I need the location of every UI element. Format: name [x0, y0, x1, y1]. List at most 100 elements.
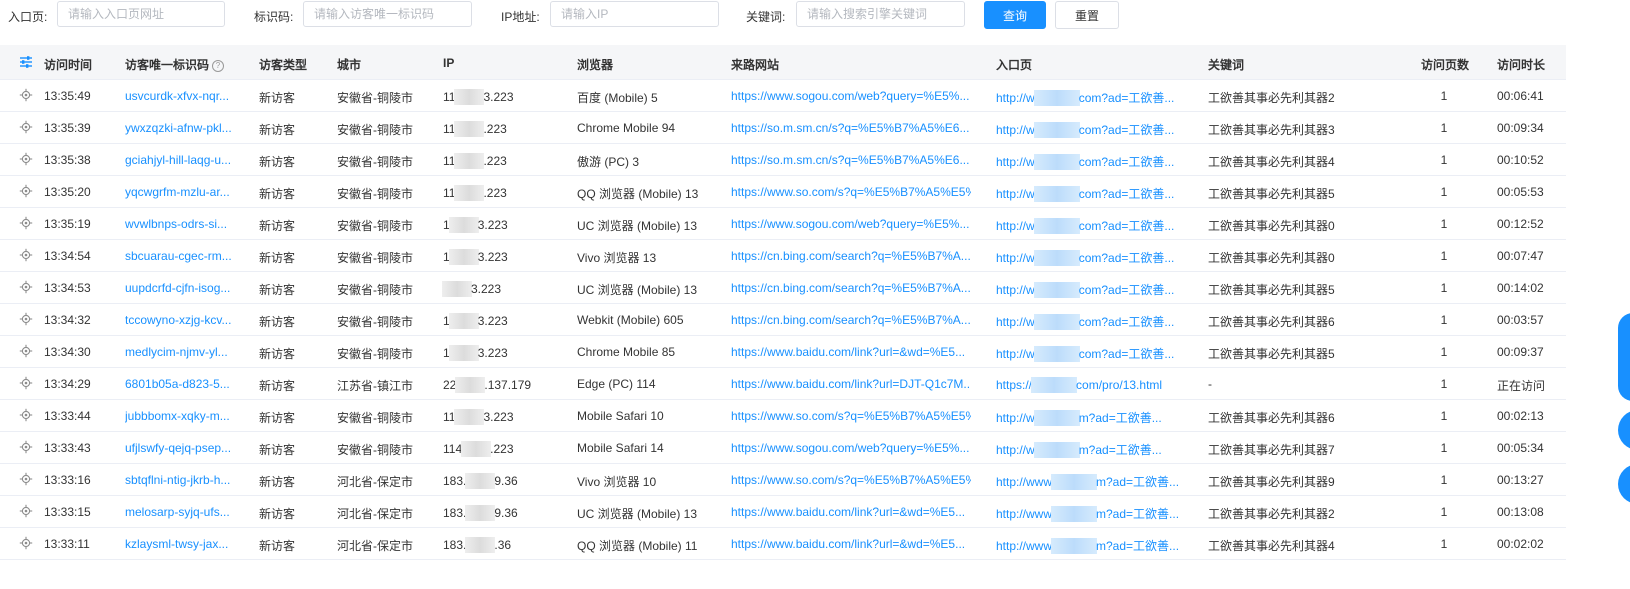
- cell-referrer[interactable]: https://www.baidu.com/link?url=&wd=%E5..…: [731, 537, 971, 551]
- target-crosshair-icon[interactable]: [19, 280, 33, 294]
- cell-visitor-type: 新访客: [259, 219, 296, 233]
- settings-sliders-icon[interactable]: [19, 55, 33, 69]
- cell-referrer[interactable]: https://www.sogou.com/web?query=%E5%...: [731, 441, 971, 455]
- cell-visitor-id[interactable]: 6801b05a-d823-5...: [125, 377, 240, 391]
- target-crosshair-icon[interactable]: [19, 248, 33, 262]
- cell-duration: 00:07:47: [1497, 249, 1544, 263]
- ip-prefix: 22: [443, 378, 457, 392]
- help-circle-icon[interactable]: ?: [212, 60, 225, 72]
- cell-browser: Webkit (Mobile) 605: [577, 313, 684, 327]
- cell-duration: 00:05:53: [1497, 185, 1544, 199]
- entry-page-input[interactable]: [57, 1, 225, 27]
- cell-entry-page[interactable]: http://w com?ad=工欲善...: [996, 281, 1186, 298]
- cell-visitor-id[interactable]: tccowyno-xzjg-kcv...: [125, 313, 240, 327]
- ip-redaction-mask: [465, 537, 496, 553]
- cell-visitor-id[interactable]: jubbbomx-xqky-m...: [125, 409, 240, 423]
- cell-time: 13:35:49: [44, 89, 91, 103]
- ip-redaction-mask: [442, 281, 472, 297]
- cell-referrer[interactable]: https://www.baidu.com/link?url=&wd=%E5..…: [731, 505, 971, 519]
- target-crosshair-icon[interactable]: [19, 152, 33, 166]
- cell-visitor-id[interactable]: yqcwgrfm-mzlu-ar...: [125, 185, 240, 199]
- target-crosshair-icon[interactable]: [19, 376, 33, 390]
- cell-entry-page[interactable]: http://w com?ad=工欲善...: [996, 313, 1186, 330]
- entry-redaction-mask: [1033, 218, 1080, 234]
- cell-referrer[interactable]: https://www.so.com/s?q=%E5%B7%A5%E5%...: [731, 473, 971, 487]
- cell-duration: 00:09:34: [1497, 121, 1544, 135]
- cell-visitor-id[interactable]: sbtqflni-ntig-jkrb-h...: [125, 473, 240, 487]
- cell-referrer[interactable]: https://cn.bing.com/search?q=%E5%B7%A...: [731, 249, 971, 263]
- cell-visitor-id[interactable]: sbcuarau-cgec-rm...: [125, 249, 240, 263]
- target-crosshair-icon[interactable]: [19, 472, 33, 486]
- target-crosshair-icon[interactable]: [19, 88, 33, 102]
- cell-entry-page[interactable]: http://w m?ad=工欲善...: [996, 441, 1186, 458]
- table-row: 13:34:29 6801b05a-d823-5... 新访客 江苏省-镇江市 22 .1…: [0, 368, 1566, 400]
- target-crosshair-icon[interactable]: [19, 216, 33, 230]
- target-crosshair-icon[interactable]: [19, 344, 33, 358]
- cell-referrer[interactable]: https://www.baidu.com/link?url=&wd=%E5..…: [731, 345, 971, 359]
- cell-visitor-id[interactable]: uupdcrfd-cjfn-isog...: [125, 281, 240, 295]
- cell-referrer[interactable]: https://www.so.com/s?q=%E5%B7%A5%E5%...: [731, 185, 971, 199]
- cell-browser: UC 浏览器 (Mobile) 13: [577, 219, 698, 233]
- cell-visitor-type: 新访客: [259, 91, 296, 105]
- entry-suffix: com?ad=工欲善...: [1078, 315, 1175, 329]
- cell-visitor-id[interactable]: usvcurdk-xfvx-nqr...: [125, 89, 240, 103]
- cell-keyword: 工欲善其事必先利其器4: [1208, 539, 1335, 553]
- cell-visitor-id[interactable]: melosarp-syjq-ufs...: [125, 505, 240, 519]
- keyword-input[interactable]: [796, 1, 965, 27]
- cell-referrer[interactable]: https://www.so.com/s?q=%E5%B7%A5%E5%...: [731, 409, 971, 423]
- cell-referrer[interactable]: https://cn.bing.com/search?q=%E5%B7%A...: [731, 281, 971, 295]
- target-crosshair-icon[interactable]: [19, 312, 33, 326]
- cell-entry-page[interactable]: http://w com?ad=工欲善...: [996, 89, 1186, 106]
- cell-visitor-id[interactable]: ywxzqzki-afnw-pkl...: [125, 121, 240, 135]
- cell-visitor-id[interactable]: ufjlswfy-qejq-psep...: [125, 441, 240, 455]
- cell-visitor-type: 新访客: [259, 379, 296, 393]
- cell-referrer[interactable]: https://www.sogou.com/web?query=%E5%...: [731, 217, 971, 231]
- entry-suffix: com/pro/13.html: [1076, 378, 1163, 392]
- cell-entry-page[interactable]: http://www m?ad=工欲善...: [996, 473, 1186, 490]
- entry-suffix: com?ad=工欲善...: [1078, 123, 1175, 137]
- table-row: 13:34:30 medlycim-njmv-yl... 新访客 安徽省-铜陵市 1 3.…: [0, 336, 1566, 368]
- cell-entry-page[interactable]: http://w com?ad=工欲善...: [996, 153, 1186, 170]
- cell-pages: 1: [1440, 441, 1448, 455]
- cell-entry-page[interactable]: http://w com?ad=工欲善...: [996, 121, 1186, 138]
- cell-referrer[interactable]: https://cn.bing.com/search?q=%E5%B7%A...: [731, 313, 971, 327]
- target-crosshair-icon[interactable]: [19, 536, 33, 550]
- cell-entry-page[interactable]: http://w com?ad=工欲善...: [996, 249, 1186, 266]
- cell-visitor-id[interactable]: wvwlbnps-odrs-si...: [125, 217, 240, 231]
- cell-time: 13:34:30: [44, 345, 91, 359]
- visitor-id-input[interactable]: [303, 1, 472, 27]
- cell-referrer[interactable]: https://so.m.sm.cn/s?q=%E5%B7%A5%E6...: [731, 121, 971, 135]
- target-crosshair-icon[interactable]: [19, 440, 33, 454]
- query-button[interactable]: 查询: [984, 1, 1046, 29]
- cell-entry-page[interactable]: http://w m?ad=工欲善...: [996, 409, 1186, 426]
- cell-ip: 183. 9.36: [443, 505, 563, 521]
- col-entry-page: 入口页: [996, 58, 1033, 72]
- cell-entry-page[interactable]: http://w com?ad=工欲善...: [996, 185, 1186, 202]
- cell-referrer[interactable]: https://www.sogou.com/web?query=%E5%...: [731, 89, 971, 103]
- cell-visitor-id[interactable]: kzlaysml-twsy-jax...: [125, 537, 240, 551]
- target-crosshair-icon[interactable]: [19, 120, 33, 134]
- cell-entry-page[interactable]: http://w com?ad=工欲善...: [996, 345, 1186, 362]
- floating-side-button[interactable]: [1618, 313, 1630, 401]
- floating-side-button[interactable]: [1618, 464, 1630, 504]
- cell-entry-page[interactable]: http://w com?ad=工欲善...: [996, 217, 1186, 234]
- cell-ip: 1 3.223: [443, 249, 563, 265]
- cell-visitor-type: 新访客: [259, 155, 296, 169]
- entry-redaction-mask: [1033, 314, 1080, 330]
- cell-visitor-id[interactable]: medlycim-njmv-yl...: [125, 345, 240, 359]
- cell-visitor-id[interactable]: gciahjyl-hill-laqg-u...: [125, 153, 240, 167]
- cell-referrer[interactable]: https://so.m.sm.cn/s?q=%E5%B7%A5%E6...: [731, 153, 971, 167]
- cell-entry-page[interactable]: https:// com/pro/13.html: [996, 377, 1186, 393]
- cell-entry-page[interactable]: http://www m?ad=工欲善...: [996, 505, 1186, 522]
- reset-button[interactable]: 重置: [1055, 1, 1119, 29]
- target-crosshair-icon[interactable]: [19, 504, 33, 518]
- entry-prefix: http://w: [996, 219, 1035, 233]
- cell-entry-page[interactable]: http://www m?ad=工欲善...: [996, 537, 1186, 554]
- target-crosshair-icon[interactable]: [19, 408, 33, 422]
- floating-side-button[interactable]: [1618, 410, 1630, 450]
- cell-pages: 1: [1440, 153, 1448, 167]
- cell-referrer[interactable]: https://www.baidu.com/link?url=DJT-Q1c7M…: [731, 377, 971, 391]
- target-crosshair-icon[interactable]: [19, 184, 33, 198]
- ip-input[interactable]: [550, 1, 719, 27]
- ip-redaction-mask: [461, 441, 492, 457]
